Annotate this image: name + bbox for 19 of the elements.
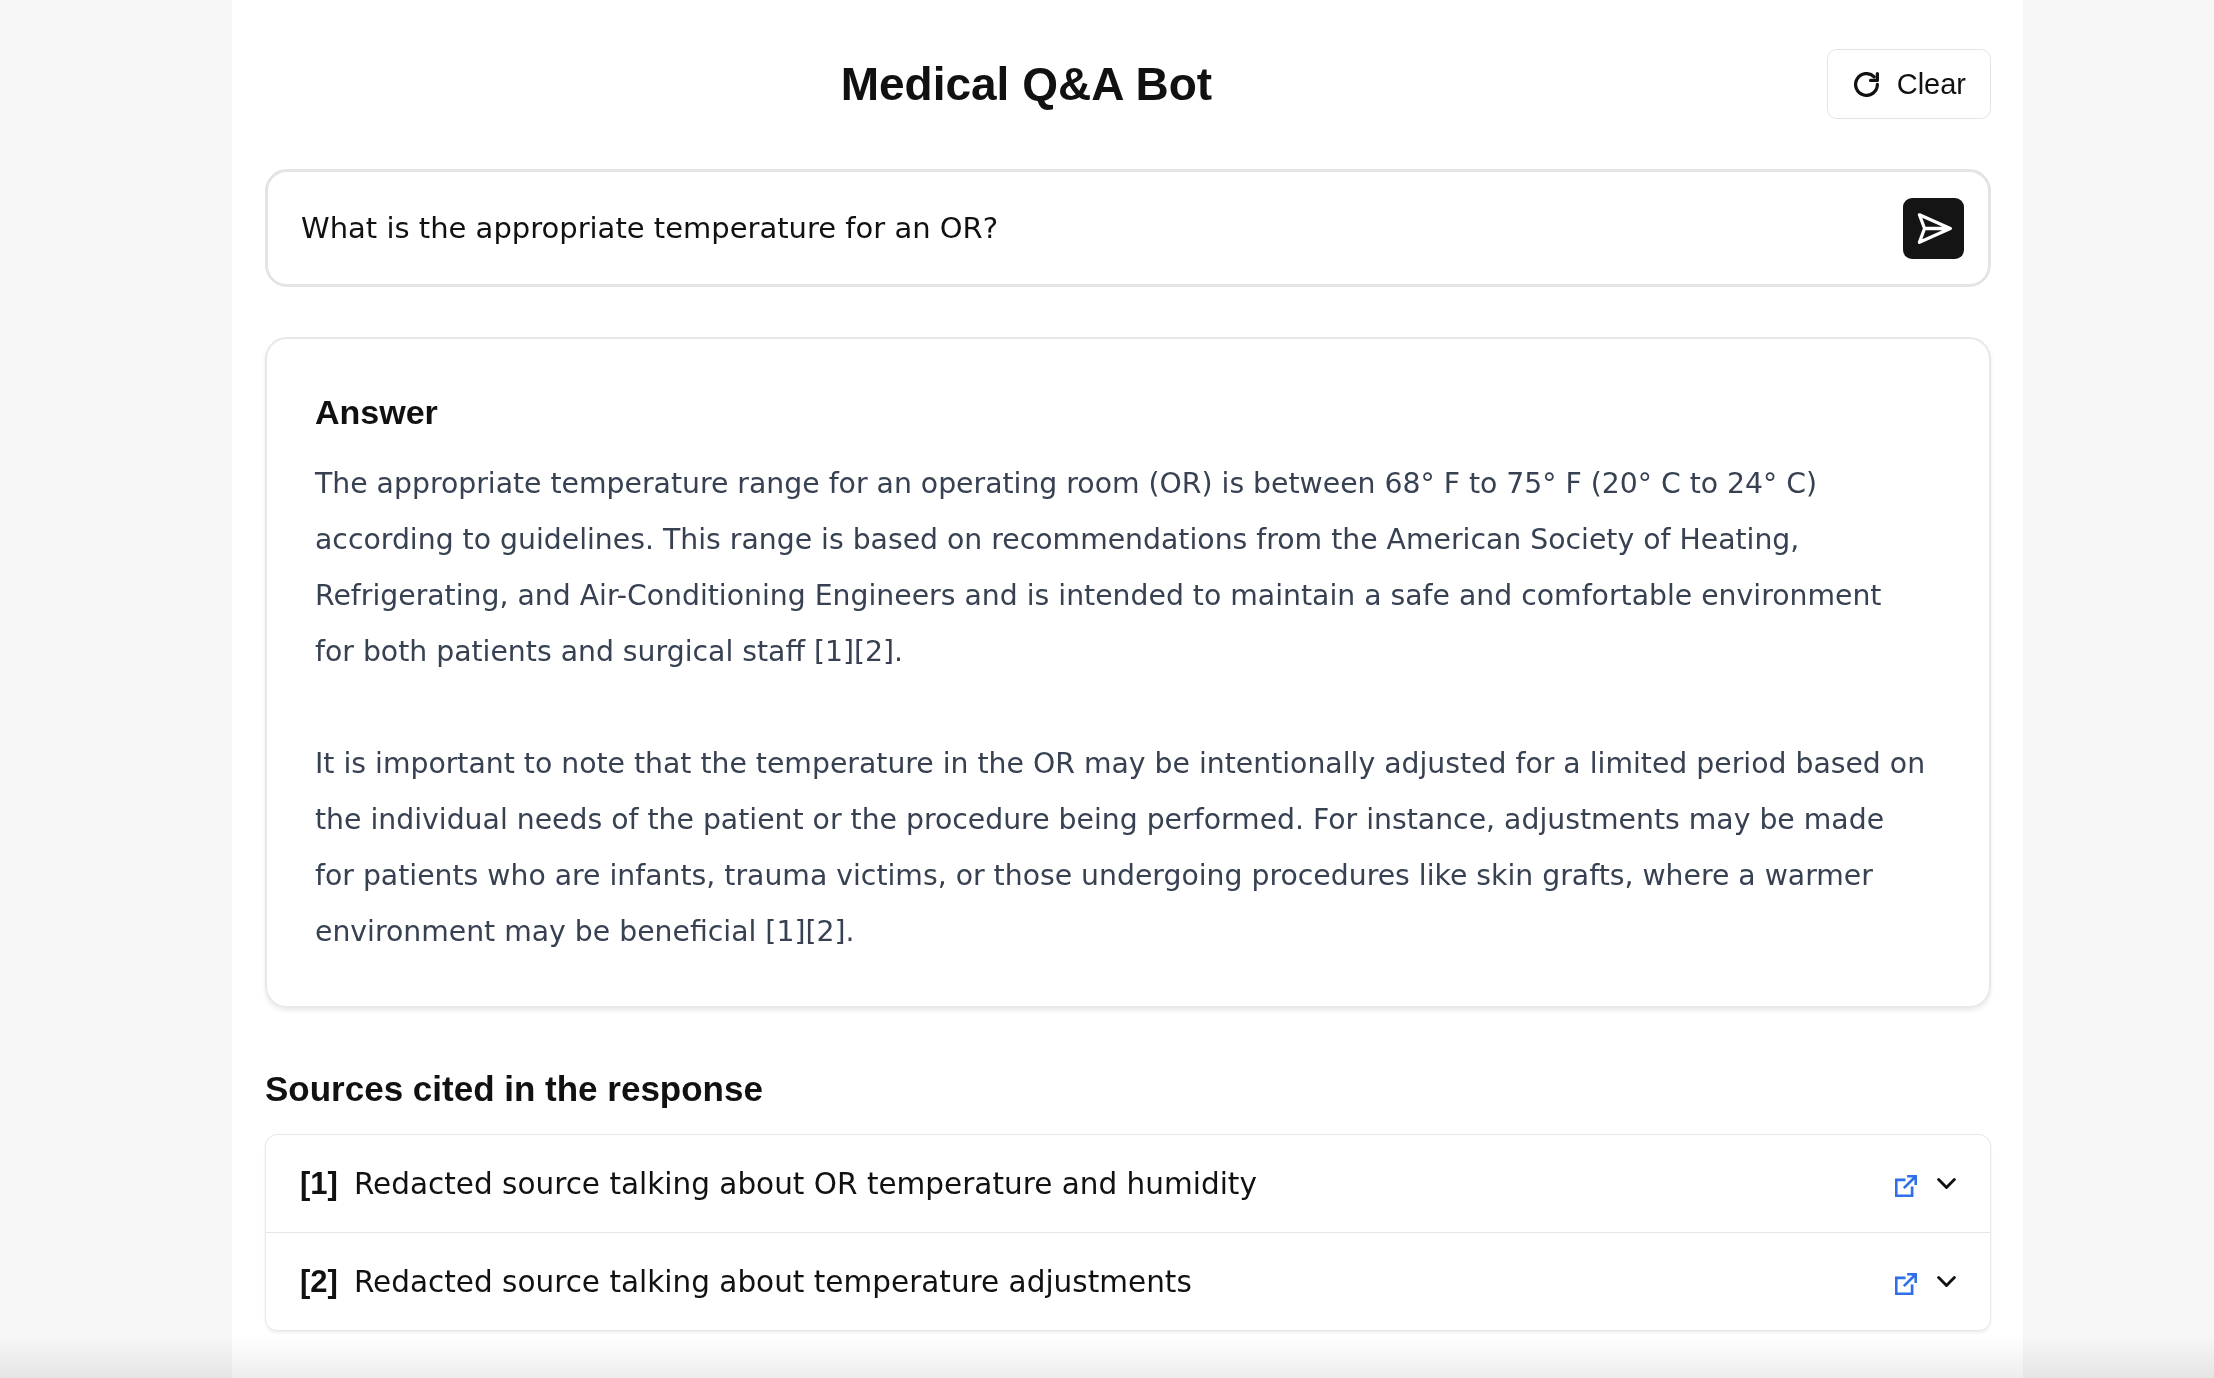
source-title[interactable]: Redacted source talking about OR temperature and humidity (353, 1166, 1895, 1201)
source-number: [1] (300, 1165, 338, 1202)
source-title[interactable]: Redacted source talking about temperature adjustments (353, 1264, 1895, 1299)
external-link-icon[interactable] (1895, 1174, 1917, 1197)
question-field[interactable]: What is the appropriate temperature for an OR? (265, 169, 1991, 287)
source-number: [2] (300, 1263, 338, 1300)
clear-button[interactable]: Clear (1826, 49, 1991, 119)
question-input[interactable]: What is the appropriate temperature for an OR? (301, 211, 1903, 245)
answer-paragraph: It is important to note that the temperature in the OR may be intentionally adjusted for a limited period based on the individual needs of the patient or the procedure being performed. For instance, adjustments may be made for patients who are infants, trauma victims, or those undergoing procedures like skin grafts, where a warmer environment may be beneficial [1][2]. (315, 746, 1927, 950)
page-title: Medical Q&A Bot (839, 57, 1214, 112)
send-icon (1915, 211, 1952, 245)
answer-paragraph: The appropriate temperature range for an operating room (OR) is between 68° F to 75° F (20° C to 24° C) according to guidelines. This range is based on recommendations from the American Society of Heating, Refrigerating, and Air-Conditioning Engineers and is intended to maintain a safe and comfortable environment for both patients and surgical staff [1][2]. (315, 466, 1883, 670)
sources-heading: Sources cited in the response (265, 1068, 764, 1110)
chevron-icon[interactable] (1937, 1178, 1956, 1189)
answer-heading: Answer (315, 392, 439, 433)
send-button[interactable] (1903, 197, 1964, 259)
external-link-icon[interactable] (1895, 1272, 1917, 1295)
refresh-icon (1853, 71, 1879, 97)
chevron-icon[interactable] (1937, 1276, 1956, 1287)
